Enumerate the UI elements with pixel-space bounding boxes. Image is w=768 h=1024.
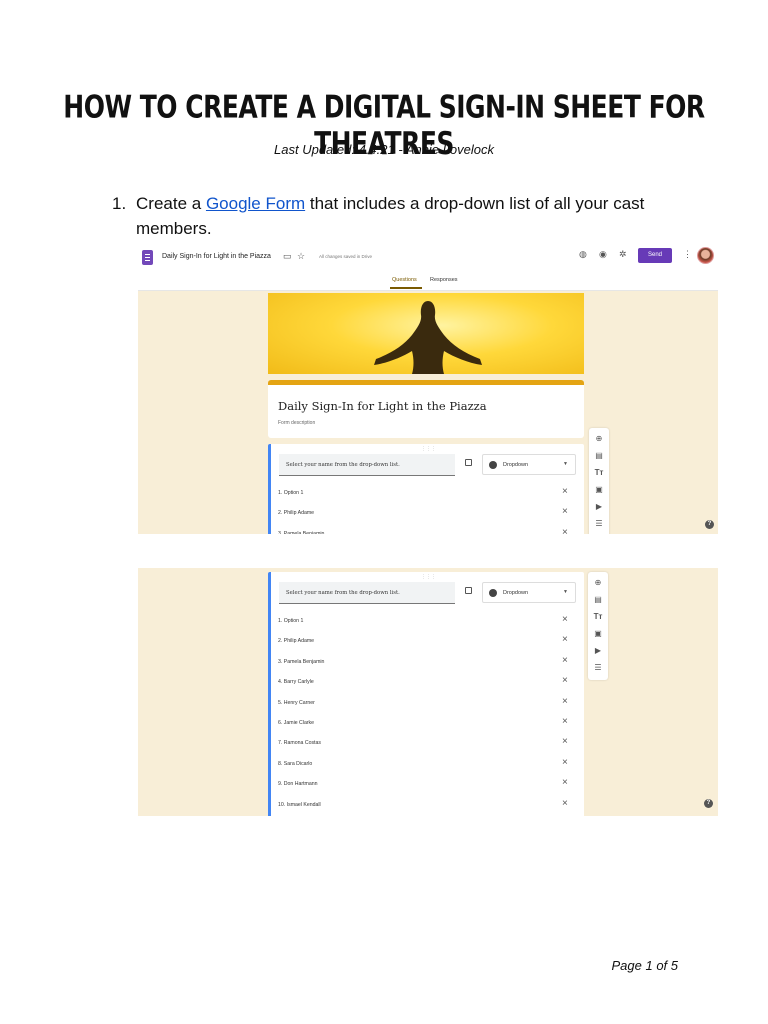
question-input[interactable]: Select your name from the drop-down list… — [279, 582, 455, 604]
question-card[interactable]: ⋮⋮⋮ Select your name from the drop-down … — [268, 572, 584, 816]
add-image-icon[interactable] — [465, 459, 472, 466]
question-text: Select your name from the drop-down list… — [286, 590, 400, 596]
help-icon[interactable]: ? — [704, 799, 713, 808]
add-video-icon[interactable]: ▶ — [589, 502, 609, 512]
remove-option-icon[interactable]: × — [562, 527, 568, 534]
page-number: Page 1 of 5 — [611, 958, 679, 973]
side-toolbar: ⊕ ▤ Tт ▣ ▶ ☰ — [588, 572, 608, 680]
more-vert-icon[interactable]: ⋮ — [683, 250, 692, 259]
remove-option-icon[interactable]: × — [562, 486, 568, 497]
saved-status: All changes saved in Drive — [319, 254, 373, 259]
question-card[interactable]: ⋮⋮⋮ Select your name from the drop-down … — [268, 444, 584, 534]
add-section-icon[interactable]: ☰ — [589, 519, 609, 529]
step-text-before: Create a — [136, 194, 206, 213]
list-item[interactable]: 3. Pamela Benjamin × — [278, 655, 578, 675]
add-section-icon[interactable]: ☰ — [588, 663, 608, 673]
tab-responses[interactable]: Responses — [430, 277, 458, 283]
send-button[interactable]: Send — [638, 248, 672, 263]
list-item[interactable]: 1. Option 1 × — [278, 614, 578, 634]
step-number: 1. — [112, 194, 127, 213]
question-text: Select your name from the drop-down list… — [286, 462, 400, 468]
settings-gear-icon[interactable]: ✲ — [619, 250, 627, 259]
side-toolbar: ⊕ ▤ Tт ▣ ▶ ☰ — [589, 428, 609, 534]
add-video-icon[interactable]: ▶ — [588, 646, 608, 656]
list-item[interactable]: 2. Philip Adame × — [278, 506, 578, 526]
figure-silhouette-icon — [374, 301, 482, 374]
star-icon[interactable]: ☆ — [297, 252, 305, 261]
question-input[interactable]: Select your name from the drop-down list… — [279, 454, 455, 476]
help-icon[interactable]: ? — [705, 520, 714, 529]
document-subtitle: Last Updated: 4.4.21 - Annie Lovelock — [274, 142, 494, 157]
remove-option-icon[interactable]: × — [562, 675, 568, 686]
list-item[interactable]: 2. Philip Adame × — [278, 634, 578, 654]
remove-option-icon[interactable]: × — [562, 798, 568, 809]
step-text: Create a Google Form that includes a dro… — [136, 191, 666, 241]
remove-option-icon[interactable]: × — [562, 506, 568, 517]
import-questions-icon[interactable]: ▤ — [588, 595, 608, 605]
list-item[interactable]: 7. Ramona Costas × — [278, 736, 578, 756]
add-image-icon[interactable]: ▣ — [588, 629, 608, 639]
list-item[interactable]: 8. Sara Dicarlo × — [278, 757, 578, 777]
form-title-card[interactable]: Daily Sign-In for Light in the Piazza Fo… — [268, 380, 584, 438]
list-item[interactable]: 5. Henry Carner × — [278, 696, 578, 716]
add-title-icon[interactable]: Tт — [589, 468, 609, 478]
list-item[interactable]: 10. Ismael Kendall × — [278, 798, 578, 816]
preview-eye-icon[interactable]: ◉ — [599, 250, 607, 259]
active-tab-indicator — [390, 287, 422, 289]
form-description[interactable]: Form description — [278, 420, 315, 426]
question-type-select[interactable]: Dropdown ▼ — [482, 454, 576, 475]
add-question-icon[interactable]: ⊕ — [589, 434, 609, 444]
add-image-icon[interactable] — [465, 587, 472, 594]
remove-option-icon[interactable]: × — [562, 757, 568, 768]
list-item[interactable]: 3. Pamela Benjamin × — [278, 527, 578, 534]
list-item[interactable]: 4. Barry Carlyle × — [278, 675, 578, 695]
drag-handle-icon[interactable]: ⋮⋮⋮ — [421, 446, 436, 452]
remove-option-icon[interactable]: × — [562, 777, 568, 788]
list-item[interactable]: 9. Don Hartmann × — [278, 777, 578, 797]
screenshot-form-editor-options: ⋮⋮⋮ Select your name from the drop-down … — [138, 568, 718, 816]
dropdown-type-icon — [489, 461, 497, 469]
question-type-label: Dropdown — [503, 590, 529, 596]
form-title[interactable]: Daily Sign-In for Light in the Piazza — [278, 399, 487, 413]
screenshot-form-editor-top: Daily Sign-In for Light in the Piazza ▭ … — [138, 244, 718, 534]
google-forms-icon — [142, 250, 153, 265]
form-doc-title[interactable]: Daily Sign-In for Light in the Piazza — [162, 253, 271, 260]
option-list: 1. Option 1 × 2. Philip Adame × 3. Pamela … — [278, 486, 578, 534]
question-type-label: Dropdown — [503, 462, 529, 468]
palette-icon[interactable]: ◍ — [579, 250, 587, 259]
google-form-link[interactable]: Google Form — [206, 194, 305, 213]
form-header-image — [268, 293, 584, 374]
option-list: 1. Option 1 × 2. Philip Adame × 3. Pamela … — [278, 614, 578, 816]
add-question-icon[interactable]: ⊕ — [588, 578, 608, 588]
folder-icon[interactable]: ▭ — [283, 252, 292, 261]
tab-questions[interactable]: Questions — [392, 277, 417, 283]
question-type-select[interactable]: Dropdown ▼ — [482, 582, 576, 603]
avatar[interactable] — [697, 247, 714, 264]
remove-option-icon[interactable]: × — [562, 696, 568, 707]
remove-option-icon[interactable]: × — [562, 655, 568, 666]
chevron-down-icon: ▼ — [563, 589, 568, 595]
list-item[interactable]: 6. Jamie Clarke × — [278, 716, 578, 736]
drag-handle-icon[interactable]: ⋮⋮⋮ — [421, 574, 436, 580]
remove-option-icon[interactable]: × — [562, 716, 568, 727]
add-image-icon[interactable]: ▣ — [589, 485, 609, 495]
remove-option-icon[interactable]: × — [562, 614, 568, 625]
remove-option-icon[interactable]: × — [562, 736, 568, 747]
forms-topbar: Daily Sign-In for Light in the Piazza ▭ … — [138, 244, 718, 291]
chevron-down-icon: ▼ — [563, 461, 568, 467]
list-item[interactable]: 1. Option 1 × — [278, 486, 578, 506]
add-title-icon[interactable]: Tт — [588, 612, 608, 622]
remove-option-icon[interactable]: × — [562, 634, 568, 645]
import-questions-icon[interactable]: ▤ — [589, 451, 609, 461]
dropdown-type-icon — [489, 589, 497, 597]
